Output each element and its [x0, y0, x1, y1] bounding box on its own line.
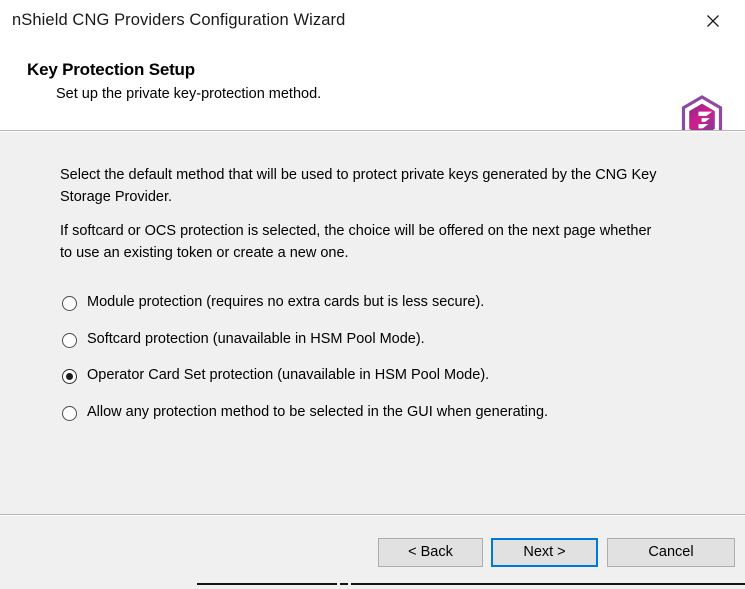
radio-option-module-protection[interactable]: Module protection (requires no extra car…: [62, 292, 662, 329]
content-pane: Select the default method that will be u…: [0, 132, 745, 514]
instruction-paragraph-2: If softcard or OCS protection is selecte…: [60, 223, 652, 261]
radio-option-operator-card-set-protection[interactable]: Operator Card Set protection (unavailabl…: [62, 365, 662, 402]
radio-label: Allow any protection method to be select…: [87, 403, 549, 420]
title-bar: nShield CNG Providers Configuration Wiza…: [0, 0, 745, 41]
cancel-button[interactable]: Cancel: [607, 538, 735, 567]
page-subtitle: Set up the private key-protection method…: [56, 86, 322, 102]
radio-label: Softcard protection (unavailable in HSM …: [87, 330, 425, 347]
next-button[interactable]: Next >: [491, 538, 598, 567]
protection-method-radio-group: Module protection (requires no extra car…: [62, 292, 662, 438]
window-edge-segment: [340, 583, 348, 585]
window-edge-segment: [197, 583, 337, 585]
back-button[interactable]: < Back: [378, 538, 483, 567]
radio-indicator-icon: [62, 296, 77, 311]
wizard-header: Key Protection Setup Set up the private …: [0, 41, 745, 156]
page-title: Key Protection Setup: [27, 60, 195, 79]
radio-option-allow-any-protection-method[interactable]: Allow any protection method to be select…: [62, 402, 662, 439]
instruction-paragraph-1: Select the default method that will be u…: [60, 167, 657, 205]
radio-indicator-icon: [62, 405, 77, 421]
radio-indicator-icon: [62, 332, 77, 348]
close-button[interactable]: [697, 8, 729, 34]
window-edge-segment: [351, 583, 745, 585]
radio-label: Module protection (requires no extra car…: [87, 294, 485, 310]
radio-label: Operator Card Set protection (unavailabl…: [87, 367, 490, 383]
radio-option-softcard-protection[interactable]: Softcard protection (unavailable in HSM …: [62, 329, 662, 366]
footer-button-bar: < Back Next > Cancel: [0, 516, 745, 589]
radio-indicator-selected-icon: [62, 369, 77, 384]
wizard-window: nShield CNG Providers Configuration Wiza…: [0, 0, 745, 589]
window-bottom-edge: [0, 582, 745, 589]
window-title: nShield CNG Providers Configuration Wiza…: [12, 11, 346, 29]
